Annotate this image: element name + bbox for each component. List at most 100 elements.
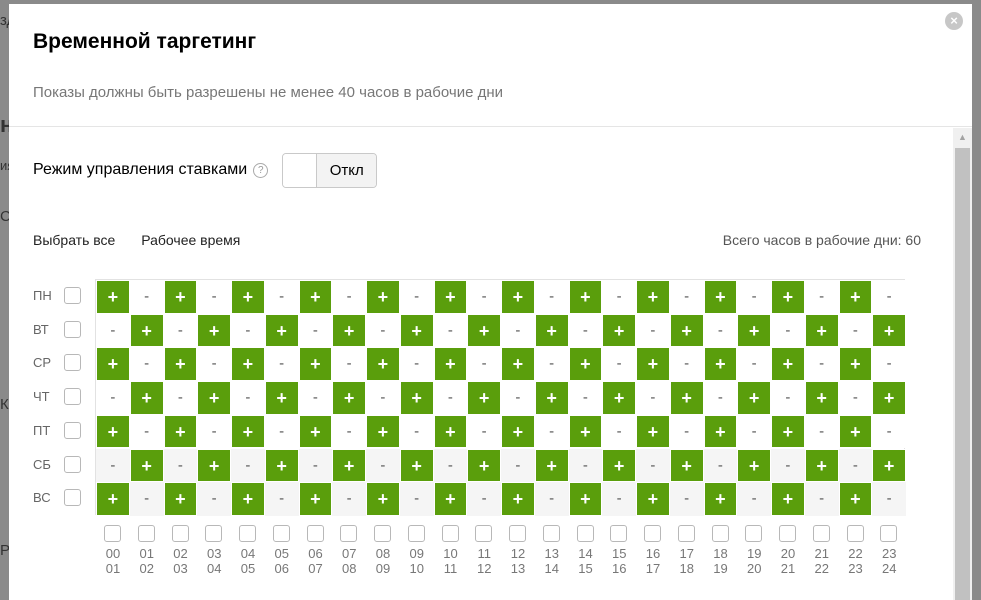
hour-checkbox[interactable] <box>137 525 155 542</box>
schedule-cell[interactable]: - <box>703 448 738 483</box>
schedule-cell[interactable]: - <box>602 347 636 382</box>
schedule-cell[interactable]: - <box>264 347 299 382</box>
schedule-cell[interactable]: + <box>602 448 636 483</box>
schedule-cell[interactable]: - <box>872 482 906 516</box>
toggle-knob[interactable] <box>283 153 318 187</box>
schedule-cell[interactable]: + <box>399 381 434 415</box>
schedule-cell[interactable]: + <box>669 313 704 348</box>
schedule-cell[interactable]: - <box>669 482 704 516</box>
schedule-cell[interactable]: + <box>703 347 738 382</box>
schedule-cell[interactable]: - <box>669 347 704 382</box>
schedule-cell[interactable]: - <box>264 414 299 449</box>
schedule-cell[interactable]: + <box>872 313 906 348</box>
hour-checkbox[interactable] <box>509 525 526 542</box>
schedule-cell[interactable]: - <box>602 414 636 449</box>
schedule-cell[interactable]: - <box>568 448 603 483</box>
schedule-cell[interactable]: - <box>804 482 839 516</box>
schedule-cell[interactable]: - <box>838 448 873 483</box>
schedule-cell[interactable]: - <box>467 482 501 516</box>
schedule-cell[interactable]: + <box>804 313 839 348</box>
schedule-cell[interactable]: + <box>838 482 873 516</box>
schedule-cell[interactable]: + <box>163 347 198 382</box>
schedule-cell[interactable]: - <box>467 280 501 314</box>
schedule-cell[interactable]: - <box>737 280 771 314</box>
hour-checkbox[interactable] <box>576 525 594 542</box>
schedule-cell[interactable]: - <box>264 482 299 516</box>
day-checkbox[interactable] <box>64 455 81 473</box>
schedule-cell[interactable]: + <box>129 448 164 483</box>
schedule-cell[interactable]: + <box>602 313 636 348</box>
schedule-cell[interactable]: + <box>129 381 164 415</box>
schedule-cell[interactable]: - <box>197 482 231 516</box>
hour-checkbox[interactable] <box>644 525 661 542</box>
schedule-cell[interactable]: + <box>534 381 569 415</box>
schedule-cell[interactable]: + <box>872 448 906 483</box>
select-all-link[interactable]: Выбрать все <box>33 232 115 248</box>
schedule-cell[interactable]: - <box>703 313 738 348</box>
hour-checkbox[interactable] <box>846 525 864 542</box>
schedule-cell[interactable]: + <box>298 280 333 314</box>
schedule-cell[interactable]: - <box>433 381 468 415</box>
schedule-cell[interactable]: + <box>298 482 333 516</box>
schedule-cell[interactable]: + <box>737 448 771 483</box>
schedule-cell[interactable]: + <box>366 482 400 516</box>
schedule-cell[interactable]: - <box>399 482 434 516</box>
hour-checkbox[interactable] <box>205 525 223 542</box>
schedule-cell[interactable]: - <box>838 313 873 348</box>
schedule-cell[interactable]: + <box>197 313 231 348</box>
schedule-cell[interactable]: + <box>636 414 670 449</box>
hour-checkbox[interactable] <box>711 525 729 542</box>
hour-checkbox[interactable] <box>610 525 628 542</box>
schedule-cell[interactable]: - <box>129 280 164 314</box>
schedule-cell[interactable]: + <box>568 280 603 314</box>
schedule-cell[interactable]: - <box>703 381 738 415</box>
schedule-cell[interactable]: + <box>636 347 670 382</box>
schedule-cell[interactable]: - <box>501 448 535 483</box>
day-checkbox[interactable] <box>64 388 81 406</box>
schedule-cell[interactable]: + <box>433 347 468 382</box>
schedule-cell[interactable]: + <box>332 448 366 483</box>
schedule-cell[interactable]: + <box>264 381 299 415</box>
bid-mode-toggle[interactable]: Откл <box>282 152 378 188</box>
schedule-cell[interactable]: - <box>399 280 434 314</box>
schedule-cell[interactable]: + <box>703 482 738 516</box>
schedule-cell[interactable]: + <box>467 313 501 348</box>
schedule-cell[interactable]: - <box>399 347 434 382</box>
schedule-cell[interactable]: + <box>163 414 198 449</box>
schedule-cell[interactable]: - <box>467 347 501 382</box>
schedule-cell[interactable]: - <box>163 313 198 348</box>
day-checkbox[interactable] <box>64 489 81 507</box>
schedule-cell[interactable]: + <box>298 347 333 382</box>
schedule-cell[interactable]: - <box>501 313 535 348</box>
schedule-cell[interactable]: - <box>602 482 636 516</box>
hour-checkbox[interactable] <box>340 525 358 542</box>
schedule-cell[interactable]: - <box>771 381 805 415</box>
schedule-cell[interactable]: - <box>804 414 839 449</box>
day-checkbox[interactable] <box>64 421 81 439</box>
schedule-cell[interactable]: + <box>534 313 569 348</box>
hour-checkbox[interactable] <box>272 525 290 542</box>
schedule-cell[interactable]: - <box>231 448 265 483</box>
schedule-cell[interactable]: - <box>669 280 704 314</box>
schedule-cell[interactable]: + <box>96 414 130 449</box>
schedule-cell[interactable]: - <box>534 414 569 449</box>
day-checkbox[interactable] <box>64 287 81 304</box>
schedule-cell[interactable]: - <box>737 414 771 449</box>
schedule-cell[interactable]: - <box>298 381 333 415</box>
schedule-cell[interactable]: - <box>872 414 906 449</box>
schedule-cell[interactable]: - <box>804 280 839 314</box>
day-checkbox[interactable] <box>64 320 81 338</box>
schedule-cell[interactable]: - <box>433 448 468 483</box>
schedule-cell[interactable]: + <box>231 482 265 516</box>
hour-checkbox[interactable] <box>812 525 830 542</box>
schedule-cell[interactable]: + <box>399 313 434 348</box>
schedule-cell[interactable]: + <box>96 482 130 516</box>
schedule-cell[interactable]: - <box>298 448 333 483</box>
schedule-cell[interactable]: + <box>264 313 299 348</box>
schedule-cell[interactable]: - <box>636 381 670 415</box>
schedule-cell[interactable]: + <box>129 313 164 348</box>
schedule-cell[interactable]: - <box>433 313 468 348</box>
hour-checkbox[interactable] <box>171 525 189 542</box>
schedule-cell[interactable]: - <box>872 347 906 382</box>
schedule-cell[interactable]: - <box>534 347 569 382</box>
